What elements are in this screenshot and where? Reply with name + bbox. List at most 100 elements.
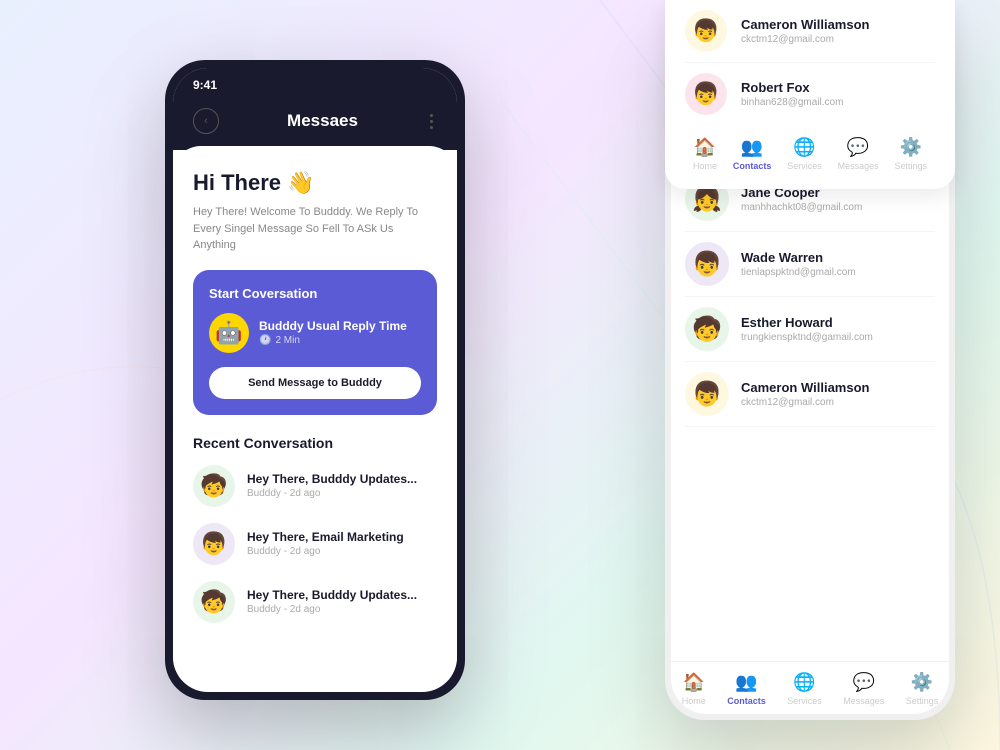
messages-header: ‹ Messaes	[173, 100, 457, 150]
contact-email-1: manhhachkt08@gmail.com	[741, 202, 935, 213]
bottom-nav: 🏠 Home 👥 Contacts 🌐 Services 💬 Messages …	[671, 661, 949, 714]
contact-name-4: Cameron Williamson	[741, 380, 935, 395]
contact-item-2[interactable]: 👦 Wade Warren tienlapspktnd@gmail.com	[685, 232, 935, 297]
convo-sub-1: Budddy - 2d ago	[247, 488, 417, 499]
settings-icon: ⚙️	[900, 137, 922, 158]
conversation-item-2[interactable]: 👦 Hey There, Email Marketing Budddy - 2d…	[193, 523, 437, 565]
reply-time: 2 Min	[275, 335, 299, 346]
nav-home-label: Home	[682, 696, 706, 706]
nav-contacts-label: Contacts	[727, 696, 766, 706]
buddy-name: Budddy Usual Reply Time	[259, 319, 421, 333]
partial-nav-settings-label: Settings	[895, 161, 928, 171]
contact-details-1: Jane Cooper manhhachkt08@gmail.com	[741, 185, 935, 213]
clock-icon: 🕐	[259, 335, 271, 346]
buddy-details: Budddy Usual Reply Time 🕐 2 Min	[259, 319, 421, 346]
partial-contact-item-1: 👦 Cameron Williamson ckctm12@gmail.com	[685, 0, 935, 63]
convo-avatar-1: 🧒	[193, 465, 235, 507]
convo-sub-3: Budddy - 2d ago	[247, 604, 417, 615]
nav-services-icon: 🌐	[793, 672, 815, 693]
partial-nav-settings[interactable]: ⚙️ Settings	[895, 137, 928, 171]
services-icon: 🌐	[793, 137, 815, 158]
partial-contact-card: 👦 Cameron Williamson ckctm12@gmail.com 👦…	[665, 0, 955, 189]
home-icon: 🏠	[694, 137, 716, 158]
contact-name-2: Wade Warren	[741, 250, 935, 265]
contact-avatar-4: 👦	[685, 372, 729, 416]
nav-messages[interactable]: 💬 Messages	[843, 672, 884, 706]
nav-settings-icon: ⚙️	[911, 672, 933, 693]
status-time-dark: 9:41	[193, 78, 217, 92]
conversation-item-1[interactable]: 🧒 Hey There, Budddy Updates... Budddy - …	[193, 465, 437, 507]
nav-home[interactable]: 🏠 Home	[682, 672, 706, 706]
nav-contacts[interactable]: 👥 Contacts	[727, 672, 766, 706]
partial-nav-services-label: Services	[787, 161, 822, 171]
partial-nav-messages-label: Messages	[838, 161, 879, 171]
contact-avatar-2: 👦	[685, 242, 729, 286]
partial-nav-services[interactable]: 🌐 Services	[787, 137, 822, 171]
convo-details-2: Hey There, Email Marketing Budddy - 2d a…	[247, 530, 404, 557]
contact-list: 👧 Jane Cooper manhhachkt08@gmail.com 👦 W…	[671, 167, 949, 661]
convo-avatar-3: 🧒	[193, 581, 235, 623]
partial-contact-details-2: Robert Fox binhan628@gmail.com	[741, 80, 843, 108]
partial-contact-details-1: Cameron Williamson ckctm12@gmail.com	[741, 17, 869, 45]
nav-settings[interactable]: ⚙️ Settings	[906, 672, 939, 706]
messages-content: Hi There 👋 Hey There! Welcome To Budddy.…	[173, 146, 457, 680]
messages-icon: 💬	[847, 137, 869, 158]
dot-3	[430, 126, 433, 129]
back-button[interactable]: ‹	[193, 108, 219, 134]
buddy-avatar: 🤖	[209, 313, 249, 353]
contact-email-4: ckctm12@gmail.com	[741, 397, 935, 408]
convo-sub-2: Budddy - 2d ago	[247, 546, 404, 557]
conversation-item-3[interactable]: 🧒 Hey There, Budddy Updates... Budddy - …	[193, 581, 437, 623]
partial-avatar-1: 👦	[685, 10, 727, 52]
welcome-text: Hey There! Welcome To Budddy. We Reply T…	[193, 204, 437, 254]
convo-message-2: Hey There, Email Marketing	[247, 530, 404, 544]
nav-contacts-icon: 👥	[735, 672, 757, 693]
contact-avatar-3: 🧒	[685, 307, 729, 351]
buddy-info: 🤖 Budddy Usual Reply Time 🕐 2 Min	[209, 313, 421, 353]
convo-details-3: Hey There, Budddy Updates... Budddy - 2d…	[247, 588, 417, 615]
start-convo-title: Start Coversation	[209, 286, 421, 301]
contact-item-3[interactable]: 🧒 Esther Howard trungkienspktnd@gamail.c…	[685, 297, 935, 362]
convo-avatar-2: 👦	[193, 523, 235, 565]
nav-messages-icon: 💬	[852, 672, 874, 693]
partial-contact-email-2: binhan628@gmail.com	[741, 97, 843, 108]
messages-phone-inner: 9:41 ‹ Messaes Hi There 👋 Hey There! Wel…	[173, 68, 457, 692]
convo-message-1: Hey There, Budddy Updates...	[247, 472, 417, 486]
partial-nav-home[interactable]: 🏠 Home	[693, 137, 717, 171]
convo-message-3: Hey There, Budddy Updates...	[247, 588, 417, 602]
nav-services[interactable]: 🌐 Services	[787, 672, 822, 706]
partial-bottom-nav: 🏠 Home 👥 Contacts 🌐 Services 💬 Messages …	[685, 125, 935, 179]
nav-services-label: Services	[787, 696, 822, 706]
contacts-icon: 👥	[741, 137, 763, 158]
recent-title: Recent Conversation	[193, 435, 437, 451]
contact-details-4: Cameron Williamson ckctm12@gmail.com	[741, 380, 935, 408]
contact-item-4[interactable]: 👦 Cameron Williamson ckctm12@gmail.com	[685, 362, 935, 427]
nav-settings-label: Settings	[906, 696, 939, 706]
dot-1	[430, 114, 433, 117]
greeting: Hi There 👋	[193, 170, 437, 196]
status-bar-dark: 9:41	[173, 68, 457, 100]
partial-nav-home-label: Home	[693, 161, 717, 171]
partial-contact-name-2: Robert Fox	[741, 80, 843, 95]
back-icon: ‹	[204, 115, 208, 127]
partial-contact-item-2: 👦 Robert Fox binhan628@gmail.com	[685, 63, 935, 125]
menu-button[interactable]	[426, 110, 437, 133]
send-message-button[interactable]: Send Message to Budddy	[209, 367, 421, 399]
contact-details-3: Esther Howard trungkienspktnd@gamail.com	[741, 315, 935, 343]
contact-details-2: Wade Warren tienlapspktnd@gmail.com	[741, 250, 935, 278]
partial-nav-contacts-label: Contacts	[733, 161, 772, 171]
partial-nav-messages[interactable]: 💬 Messages	[838, 137, 879, 171]
messages-title: Messaes	[287, 111, 358, 131]
contact-email-2: tienlapspktnd@gmail.com	[741, 267, 935, 278]
start-conversation-card: Start Coversation 🤖 Budddy Usual Reply T…	[193, 270, 437, 415]
partial-avatar-2: 👦	[685, 73, 727, 115]
partial-nav-contacts[interactable]: 👥 Contacts	[733, 137, 772, 171]
contact-name-3: Esther Howard	[741, 315, 935, 330]
dot-2	[430, 120, 433, 123]
messages-phone: 9:41 ‹ Messaes Hi There 👋 Hey There! Wel…	[165, 60, 465, 700]
nav-messages-label: Messages	[843, 696, 884, 706]
partial-contact-email-1: ckctm12@gmail.com	[741, 34, 869, 45]
convo-details-1: Hey There, Budddy Updates... Budddy - 2d…	[247, 472, 417, 499]
buddy-time: 🕐 2 Min	[259, 335, 421, 346]
nav-home-icon: 🏠	[683, 672, 705, 693]
